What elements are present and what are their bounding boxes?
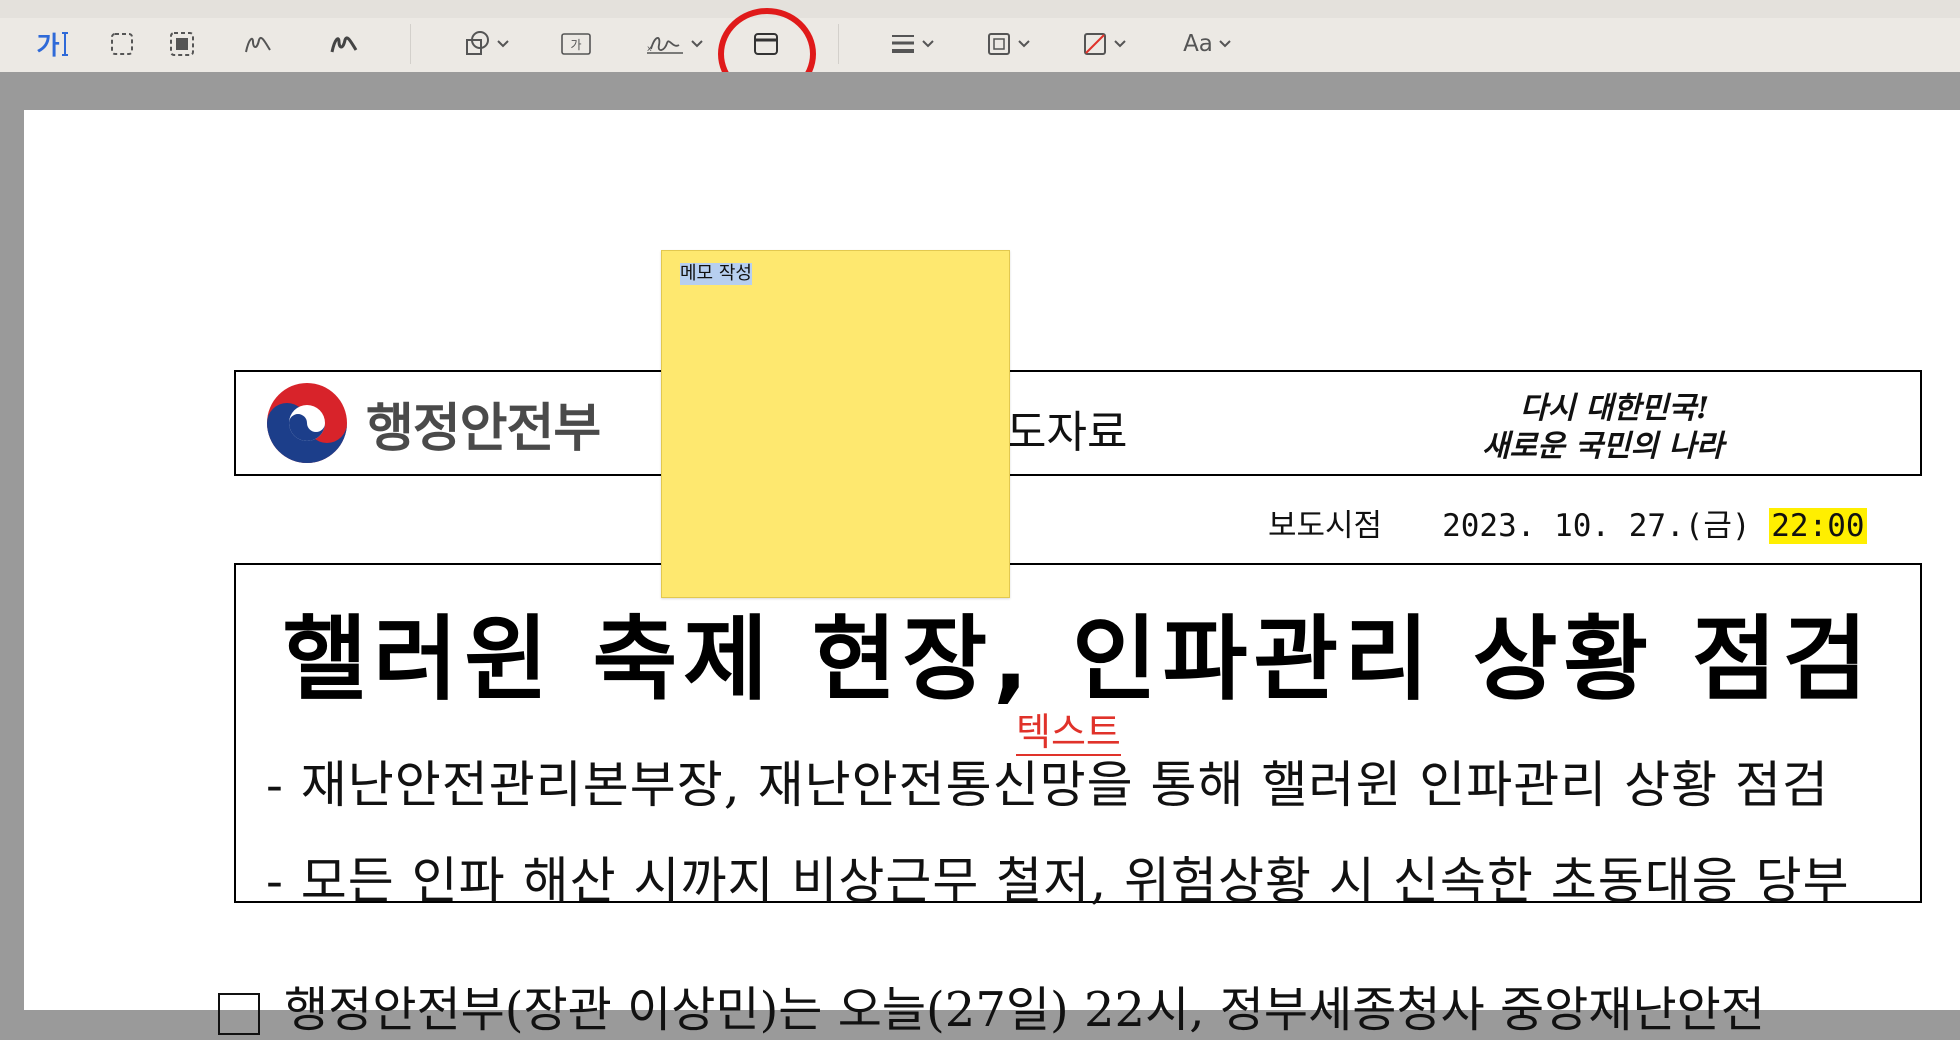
fill-color-icon: [1084, 33, 1106, 55]
smart-select-button[interactable]: [164, 26, 200, 62]
sticky-note[interactable]: 메모 작성: [661, 250, 1010, 598]
press-release-header: 행정안전부 도자료 다시 대한민국! 새로운 국민의 나라: [234, 370, 1922, 476]
toolbar-top-strip: [0, 0, 1960, 18]
release-date-line: 보도시점 2023. 10. 27.(금) 22:00: [1268, 500, 1867, 545]
svg-text:x: x: [647, 44, 652, 53]
note-text[interactable]: 메모 작성: [680, 263, 752, 285]
subtitle-2: - 모든 인파 해산 시까지 비상근무 철저, 위험상황 시 신속한 초동대응 …: [266, 852, 1850, 910]
release-date: 2023. 10. 27.(금): [1442, 508, 1751, 544]
press-release-label: 도자료: [1006, 407, 1128, 458]
signature-button[interactable]: x: [642, 26, 706, 62]
text-box-button[interactable]: 가: [558, 26, 594, 62]
toolbar-divider: [410, 24, 411, 64]
line-style-button[interactable]: [884, 26, 940, 62]
chevron-down-icon: [691, 40, 703, 48]
release-time-highlight: 22:00: [1769, 508, 1867, 544]
sketch-icon: [245, 36, 271, 53]
draw-button[interactable]: [326, 26, 362, 62]
text-annotation[interactable]: 텍스트: [1016, 710, 1121, 756]
font-icon: Aa: [1183, 31, 1213, 57]
markup-toolbar: 가 가 x Aa: [0, 0, 1960, 100]
body-first-line: 행정안전부(장관 이상민)는 오늘(27일) 22시, 정부세종청사 중앙재난안…: [218, 970, 1765, 1040]
text-selection-tool[interactable]: 가: [30, 26, 76, 62]
ministry-name: 행정안전부: [366, 399, 601, 459]
text-cursor-icon: [61, 32, 68, 56]
shapes-icon: [466, 31, 489, 55]
rect-select-icon: [111, 33, 133, 55]
line-style-icon: [892, 35, 914, 53]
body-text: 행정안전부(장관 이상민)는 오늘(27일) 22시, 정부세종청사 중앙재난안…: [284, 982, 1765, 1038]
border-color-icon: [988, 33, 1010, 55]
text-box-icon: 가: [561, 33, 591, 55]
fill-color-button[interactable]: [1076, 26, 1132, 62]
svg-text:가: 가: [570, 38, 581, 52]
slogan-calligraphy: 다시 대한민국! 새로운 국민의 나라: [1482, 391, 1727, 464]
smart-lasso-icon: [170, 32, 194, 56]
text-tool-label: 가: [36, 31, 60, 60]
chevron-down-icon: [1114, 40, 1126, 48]
chevron-down-icon: [922, 40, 934, 48]
main-title: 핼러윈 축제 현장, 인파관리 상황 점검: [282, 606, 1874, 713]
chevron-down-icon: [1219, 40, 1231, 48]
draw-icon: [330, 36, 358, 53]
chevron-down-icon: [497, 40, 509, 48]
signature-icon: x: [647, 37, 683, 54]
border-color-button[interactable]: [980, 26, 1036, 62]
release-time-label: 보도시점: [1268, 508, 1383, 544]
government-logo-icon: [267, 383, 347, 463]
bullet-box: [218, 992, 260, 1035]
chevron-down-icon: [1018, 40, 1030, 48]
slogan-line-1: 다시 대한민국!: [1520, 391, 1709, 426]
sketch-button[interactable]: [240, 26, 276, 62]
shapes-button[interactable]: [458, 26, 514, 62]
font-button[interactable]: Aa: [1178, 26, 1236, 62]
rect-select-button[interactable]: [104, 26, 140, 62]
toolbar-divider: [838, 24, 839, 64]
slogan-line-2: 새로운 국민의 나라: [1482, 429, 1727, 464]
